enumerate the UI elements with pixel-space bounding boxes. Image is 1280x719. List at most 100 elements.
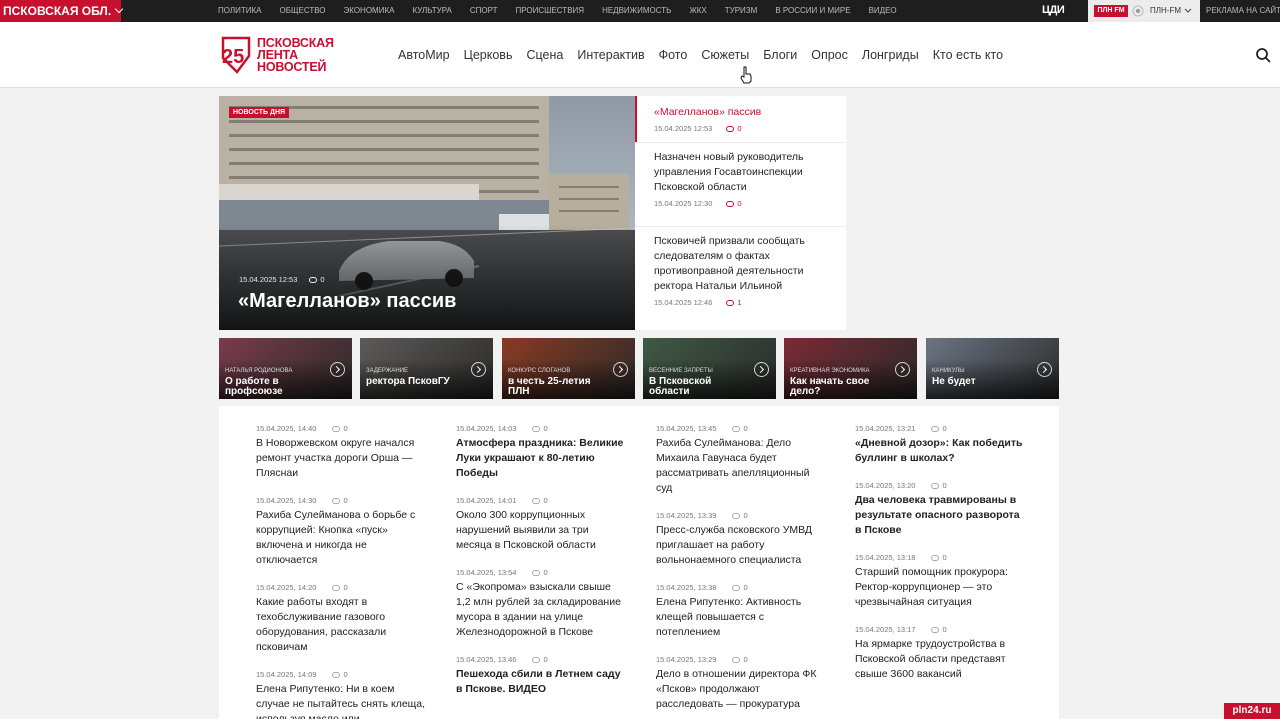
top-category-culture[interactable]: КУЛЬТУРА (412, 0, 451, 22)
story-thumb-6[interactable]: КАНИКУЛЫ Не будет (926, 338, 1059, 399)
nav-poll[interactable]: Опрос (811, 22, 848, 88)
top-category-politics[interactable]: ПОЛИТИКА (218, 0, 262, 22)
story-thumb-2[interactable]: ЗАДЕРЖАНИЕ ректора ПсковГУ (360, 338, 493, 399)
hero-date: 15.04.2025 12:53 (239, 275, 298, 284)
chevron-down-icon (114, 4, 124, 14)
news-title[interactable]: Два человека травмированы в результате о… (855, 493, 1025, 538)
comment-icon (532, 569, 541, 576)
news-date: 15.04.2025, 14:40 (256, 424, 317, 433)
news-item[interactable]: 15.04.2025, 14:03 0 Атмосфера праздника: В… (456, 424, 626, 481)
thumb-title: Не будет (932, 376, 976, 387)
nav-automir[interactable]: АвтоМир (398, 22, 450, 88)
news-comments: 0 (931, 424, 947, 433)
nav-stage[interactable]: Сцена (526, 22, 563, 88)
news-title[interactable]: Дело в отношении директора ФК «Псков» пр… (656, 667, 826, 712)
nav-blogs[interactable]: Блоги (763, 22, 797, 88)
arrow-right-icon[interactable] (895, 362, 910, 377)
side-story-title: «Магелланов» пассив (654, 106, 762, 118)
site-logo[interactable]: 25 ПСКОВСКАЯ ЛЕНТА НОВОСТЕЙ (219, 36, 344, 76)
news-title[interactable]: Пресс-служба псковского УМВД приглашает … (656, 523, 826, 568)
news-title[interactable]: Старший помощник прокурора: Ректор-корру… (855, 565, 1025, 610)
nav-interactive[interactable]: Интерактив (577, 22, 644, 88)
top-category-world[interactable]: В РОССИИ И МИРЕ (775, 0, 850, 22)
news-item[interactable]: 15.04.2025, 13:21 0 «Дневной дозор»: Как п… (855, 424, 1025, 466)
nav-who-is-who[interactable]: Кто есть кто (933, 22, 1003, 88)
region-label: ПСКОВСКАЯ ОБЛ. (3, 4, 112, 18)
top-category-sport[interactable]: СПОРТ (470, 0, 498, 22)
nav-church[interactable]: Церковь (464, 22, 513, 88)
news-date: 15.04.2025, 14:01 (456, 496, 517, 505)
comment-count: 0 (737, 124, 742, 133)
news-item[interactable]: 15.04.2025, 13:20 0 Два человека травмиров… (855, 481, 1025, 538)
news-date: 15.04.2025, 13:18 (855, 553, 916, 562)
news-title[interactable]: На ярмарке трудоустройства в Псковской о… (855, 637, 1025, 682)
news-title[interactable]: «Дневной дозор»: Как победить буллинг в … (855, 436, 1025, 466)
side-story-2[interactable]: Назначен новый руководитель управления Г… (635, 150, 846, 208)
comment-icon (732, 656, 741, 663)
news-column-4: 15.04.2025, 13:21 0 «Дневной дозор»: Как п… (855, 424, 1025, 697)
news-meta: 15.04.2025, 13:20 0 (855, 481, 1025, 490)
news-title[interactable]: Пешехода сбили в Летнем саду в Пскове. В… (456, 667, 626, 697)
comment-icon (332, 584, 341, 591)
news-item[interactable]: 15.04.2025, 13:54 0 С «Экопрома» взыскали … (456, 568, 626, 640)
news-item[interactable]: 15.04.2025, 14:09 0 Елена Рипутенко: Ни в … (256, 670, 426, 719)
top-category-realty[interactable]: НЕДВИЖИМОСТЬ (602, 0, 671, 22)
story-thumb-3[interactable]: КОНКУРС СЛОГАНОВ в честь 25-летия ПЛН (502, 338, 635, 399)
comment-count: 0 (942, 481, 947, 490)
news-item[interactable]: 15.04.2025, 13:45 0 Рахиба Сулейманова: Де… (656, 424, 826, 496)
side-story-date: 15.04.2025 12:30 (654, 199, 713, 208)
advertising-link[interactable]: РЕКЛАМА НА САЙТЕ (1206, 0, 1280, 22)
news-title[interactable]: Около 300 коррупционных нарушений выявил… (456, 508, 626, 553)
side-story-3[interactable]: Псковичей призвали сообщать следователям… (635, 234, 846, 307)
hand-cursor-icon (740, 66, 752, 84)
news-item[interactable]: 15.04.2025, 13:29 0 Дело в отношении дирек… (656, 655, 826, 712)
comment-count: 0 (942, 625, 947, 634)
news-title[interactable]: Елена Рипутенко: Ни в коем случае не пыт… (256, 682, 426, 719)
news-item[interactable]: 15.04.2025, 13:18 0 Старший помощник проку… (855, 553, 1025, 610)
news-item[interactable]: 15.04.2025, 13:17 0 На ярмарке трудоустрой… (855, 625, 1025, 682)
top-category-economy[interactable]: ЭКОНОМИКА (344, 0, 395, 22)
news-title[interactable]: В Новоржевском округе начался ремонт уча… (256, 436, 426, 481)
story-thumb-4[interactable]: ВЕСЕННИЕ ЗАПРЕТЫ В Псковской области (643, 338, 776, 399)
top-category-tourism[interactable]: ТУРИЗМ (725, 0, 758, 22)
search-icon[interactable] (1255, 47, 1271, 63)
story-thumb-1[interactable]: НАТАЛЬЯ РОДИОНОВА О работе в профсоюзе (219, 338, 352, 399)
news-title[interactable]: С «Экопрома» взыскали свыше 1,2 млн рубл… (456, 580, 626, 640)
story-thumb-5[interactable]: КРЕАТИВНАЯ ЭКОНОМИКА Как начать свое дел… (784, 338, 917, 399)
news-item[interactable]: 15.04.2025, 13:46 0 Пешехода сбили в Летне… (456, 655, 626, 697)
top-category-video[interactable]: ВИДЕО (869, 0, 897, 22)
side-story-1[interactable]: «Магелланов» пассив 15.04.2025 12:53 0 (635, 96, 846, 142)
hero-story[interactable]: НОВОСТЬ ДНЯ 15.04.2025 12:53 0 «Магеллан… (219, 96, 635, 330)
region-selector[interactable]: ПСКОВСКАЯ ОБЛ. (0, 0, 124, 22)
news-item[interactable]: 15.04.2025, 13:38 0 Елена Рипутенко: Актив… (656, 583, 826, 640)
arrow-right-icon[interactable] (1037, 362, 1052, 377)
news-comments: 0 (532, 424, 548, 433)
top-category-society[interactable]: ОБЩЕСТВО (280, 0, 326, 22)
news-title[interactable]: Рахиба Сулейманова о борьбе с коррупцией… (256, 508, 426, 568)
news-item[interactable]: 15.04.2025, 14:01 0 Около 300 коррупционны… (456, 496, 626, 553)
thumb-kicker: КАНИКУЛЫ (932, 368, 965, 374)
news-item[interactable]: 15.04.2025, 14:40 0 В Новоржевском округе … (256, 424, 426, 481)
news-title[interactable]: Елена Рипутенко: Активность клещей повыш… (656, 595, 826, 640)
comment-icon (309, 276, 318, 283)
news-title[interactable]: Какие работы входят в техобслуживание га… (256, 595, 426, 655)
top-category-incidents[interactable]: ПРОИСШЕСТВИЯ (515, 0, 584, 22)
radio-selector[interactable]: ПЛН FM ПЛН-FM (1088, 0, 1200, 22)
arrow-right-icon[interactable] (613, 362, 628, 377)
arrow-right-icon[interactable] (330, 362, 345, 377)
news-item[interactable]: 15.04.2025, 13:39 0 Пресс-служба псковског… (656, 511, 826, 568)
arrow-right-icon[interactable] (471, 362, 486, 377)
news-title[interactable]: Рахиба Сулейманова: Дело Михаила Гавунас… (656, 436, 826, 496)
cdi-logo[interactable]: ЦДИ (1042, 4, 1065, 16)
logo-line-3: НОВОСТЕЙ (257, 60, 327, 74)
arrow-right-icon[interactable] (754, 362, 769, 377)
top-category-housing[interactable]: ЖКХ (689, 0, 706, 22)
comment-count: 0 (343, 496, 348, 505)
nav-photo[interactable]: Фото (659, 22, 688, 88)
news-item[interactable]: 15.04.2025, 14:20 0 Какие работы входят в … (256, 583, 426, 655)
news-item[interactable]: 15.04.2025, 14:30 0 Рахиба Сулейманова о б… (256, 496, 426, 568)
side-story-date: 15.04.2025 12:53 (654, 124, 713, 133)
news-title[interactable]: Атмосфера праздника: Великие Луки украша… (456, 436, 626, 481)
hero-title[interactable]: «Магелланов» пассив (238, 290, 456, 313)
nav-longreads[interactable]: Лонгриды (862, 22, 919, 88)
